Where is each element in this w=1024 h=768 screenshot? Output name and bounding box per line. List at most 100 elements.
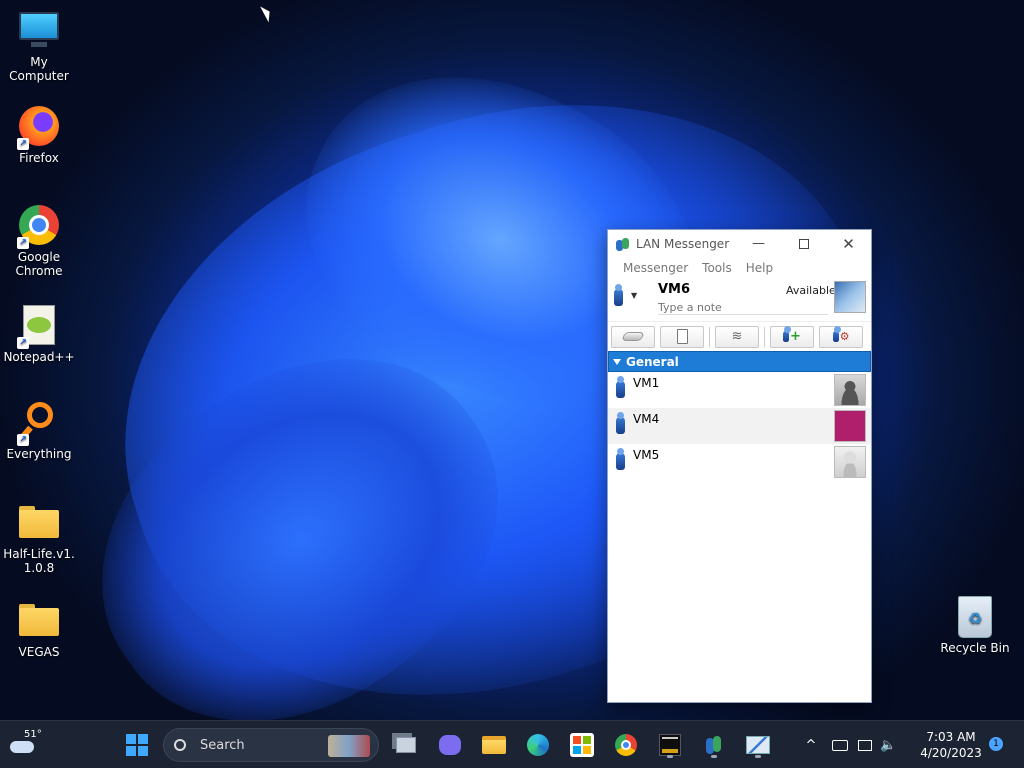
chrome-icon (615, 734, 637, 756)
chevron-down-icon: ▼ (631, 291, 638, 300)
firefox-icon: ↗ (17, 104, 61, 150)
profile-status: Available (786, 284, 836, 297)
group-header-general[interactable]: General (608, 351, 871, 372)
add-contact-button[interactable]: + (770, 325, 814, 348)
contact-name: VM5 (633, 448, 660, 462)
desktop-icon-my-computer[interactable]: My Computer (0, 8, 78, 83)
menu-bar: Messenger Tools Help (608, 257, 871, 279)
shortcut-arrow-icon: ↗ (17, 434, 29, 446)
clock-date: 4/20/2023 (920, 746, 982, 760)
window-title: LAN Messenger (636, 236, 730, 251)
file-transfer-button[interactable] (660, 325, 704, 348)
notification-badge[interactable]: 1 (989, 737, 1003, 751)
shortcut-arrow-icon: ↗ (17, 237, 29, 249)
broadcast-icon (621, 332, 645, 341)
folder-icon (17, 598, 61, 642)
contact-avatar-robot (834, 446, 866, 478)
start-button[interactable] (121, 729, 153, 761)
desktop-icon-firefox[interactable]: ↗ Firefox (0, 104, 78, 165)
edge-icon (527, 734, 549, 756)
desktop-icon-recycle-bin[interactable]: ♻ Recycle Bin (940, 596, 1010, 655)
shortcut-arrow-icon: ↗ (17, 337, 29, 349)
teams-chat-icon (439, 735, 461, 755)
running-indicator (667, 755, 673, 758)
file-explorer-icon (482, 736, 506, 754)
broadcast-button[interactable] (611, 325, 655, 348)
minimize-button[interactable]: — (736, 230, 781, 257)
rss-button[interactable]: ≋ (715, 325, 759, 348)
desktop-icon-vegas[interactable]: VEGAS (0, 598, 78, 659)
teams-chat-button[interactable] (434, 729, 466, 761)
mouse-cursor-icon (260, 3, 274, 23)
search-lens-icon: ↗ (17, 400, 61, 446)
network-icon[interactable] (858, 739, 872, 751)
menu-messenger[interactable]: Messenger (616, 261, 695, 275)
contacts-settings-icon: ⚙ (832, 326, 849, 343)
console-button[interactable] (654, 729, 686, 761)
weather-temp: 51° (24, 729, 42, 740)
keyboard-icon[interactable] (832, 739, 848, 751)
search-icon (174, 739, 186, 751)
search-highlight-icon (328, 735, 370, 757)
close-button[interactable]: ✕ (826, 230, 871, 257)
add-contact-icon: + (783, 326, 801, 344)
note-input[interactable] (658, 300, 828, 315)
shortcut-arrow-icon: ↗ (17, 138, 29, 150)
contact-person-icon (616, 376, 625, 398)
notepadpp-icon: ↗ (17, 303, 61, 349)
monitor-icon (17, 8, 61, 52)
contact-row-vm4[interactable]: VM4 (608, 408, 871, 444)
menu-tools[interactable]: Tools (695, 261, 739, 275)
chrome-taskbar-button[interactable] (610, 729, 642, 761)
desktop-icon-half-life[interactable]: Half-Life.v1.1.0.8 (0, 500, 78, 575)
toolbar-separator (709, 326, 710, 347)
desktop-icon-notepadpp[interactable]: ↗ Notepad++ (0, 303, 78, 364)
store-icon (570, 733, 594, 757)
contact-name: VM1 (633, 376, 660, 390)
contact-person-icon (616, 448, 625, 470)
maximize-icon (798, 238, 809, 249)
minimize-icon: — (752, 236, 765, 251)
chrome-icon: ↗ (17, 203, 61, 249)
desktop-icon-chrome[interactable]: ↗ Google Chrome (0, 203, 78, 278)
windows-logo-icon (126, 734, 148, 756)
store-button[interactable] (566, 729, 598, 761)
show-hidden-icons-chevron-icon[interactable]: ^ (802, 738, 820, 753)
contact-avatar-silhouette (834, 374, 866, 406)
running-indicator (755, 755, 761, 758)
lan-messenger-icon (704, 734, 724, 756)
expand-triangle-icon (613, 358, 621, 365)
task-view-icon (396, 737, 416, 753)
status-selector[interactable]: ▼ (614, 284, 638, 306)
system-tray: ^ 🔈 (800, 721, 897, 768)
title-bar[interactable]: LAN Messenger — ✕ (608, 230, 871, 257)
taskbar-search[interactable]: Search (163, 728, 379, 762)
weather-widget[interactable]: 51° (10, 727, 44, 763)
contact-row-vm5[interactable]: VM5 (608, 444, 871, 480)
file-explorer-button[interactable] (478, 729, 510, 761)
task-view-button[interactable] (390, 729, 422, 761)
close-icon: ✕ (842, 234, 855, 253)
contact-name: VM4 (633, 412, 660, 426)
taskbar: 51° Search ^ 🔈 7:03 AM 4/20/2023 (0, 720, 1024, 768)
contacts-settings-button[interactable]: ⚙ (819, 325, 863, 348)
profile-avatar[interactable] (834, 281, 866, 313)
clock[interactable]: 7:03 AM 4/20/2023 (916, 729, 986, 761)
folder-icon (17, 500, 61, 544)
resource-monitor-button[interactable] (742, 729, 774, 761)
toolbar-separator (764, 326, 765, 347)
app-icon (616, 237, 630, 251)
volume-icon[interactable]: 🔈 (880, 738, 896, 753)
rss-icon: ≋ (731, 329, 743, 344)
contact-person-icon (616, 412, 625, 434)
edge-button[interactable] (522, 729, 554, 761)
desktop-icon-everything[interactable]: ↗ Everything (0, 400, 78, 461)
lan-messenger-taskbar-button[interactable] (698, 729, 730, 761)
maximize-button[interactable] (781, 230, 826, 257)
contact-row-vm1[interactable]: VM1 (608, 372, 871, 408)
search-label: Search (200, 737, 245, 753)
running-indicator (711, 755, 717, 758)
cloud-icon (10, 741, 34, 753)
menu-help[interactable]: Help (739, 261, 780, 275)
contact-avatar-striped-ball (834, 410, 866, 442)
